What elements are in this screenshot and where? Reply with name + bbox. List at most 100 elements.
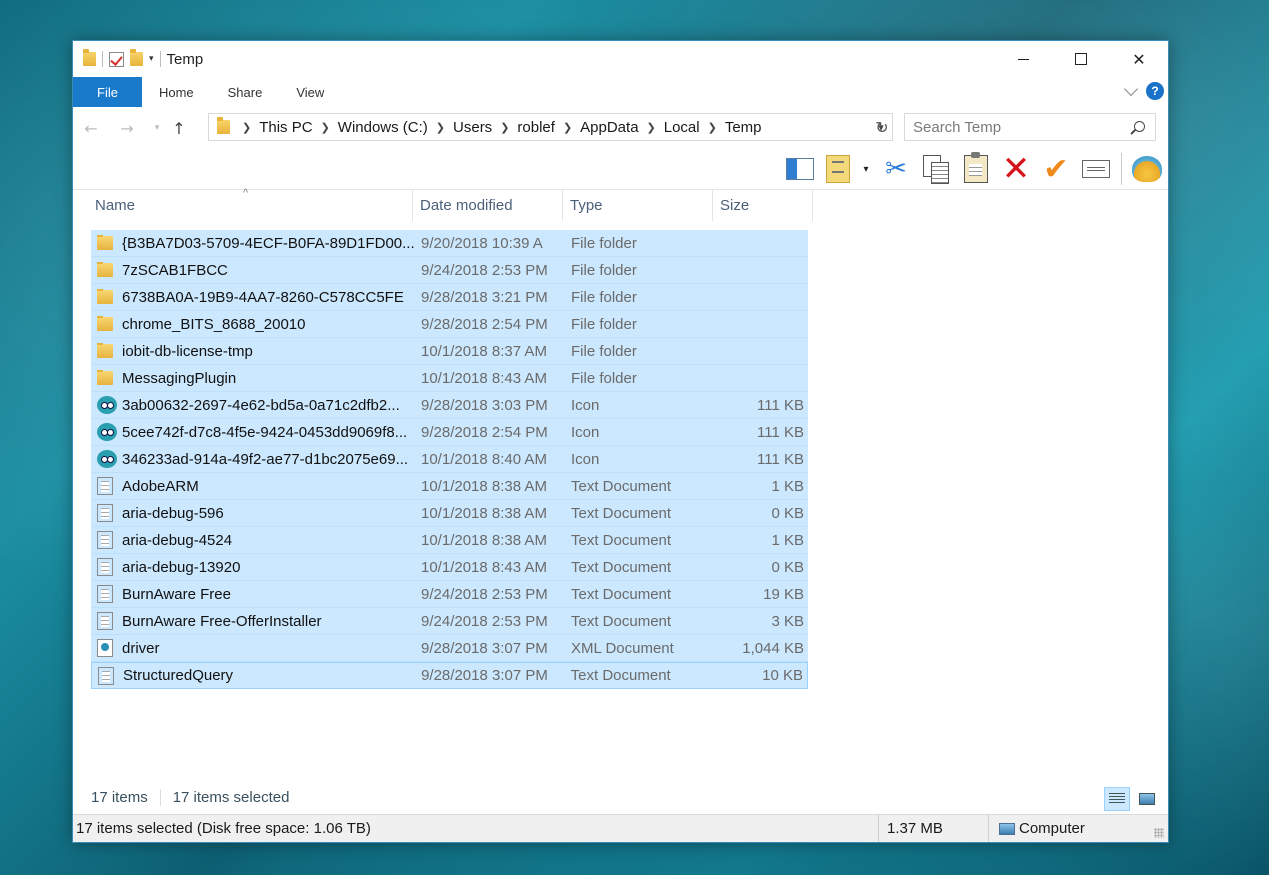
breadcrumb-this-pc[interactable]: This PC xyxy=(259,119,312,136)
file-row[interactable]: {B3BA7D03-5709-4ECF-B0FA-89D1FD00... 9/20… xyxy=(91,230,808,257)
divider xyxy=(159,51,161,67)
select-all-button[interactable]: ✔ xyxy=(1041,152,1071,187)
ribbon-tabs: File Home Share View ? xyxy=(73,77,1168,107)
cut-button[interactable]: ✂ xyxy=(881,154,911,184)
file-type: Text Document xyxy=(571,558,672,576)
column-header-name[interactable]: ^ Name xyxy=(91,187,413,221)
breadcrumb-separator[interactable]: ❯ xyxy=(708,121,717,134)
help-button[interactable]: ? xyxy=(1146,82,1164,100)
quick-access-toolbar: ▾ xyxy=(83,49,161,67)
status-selection: 17 items selected (Disk free space: 1.06… xyxy=(73,815,879,842)
new-folder-icon[interactable] xyxy=(130,49,143,66)
column-label-type: Type xyxy=(570,196,603,214)
file-row[interactable]: 346233ad-914a-49f2-ae77-d1bc2075e69... 10… xyxy=(91,446,808,473)
maximize-button[interactable] xyxy=(1052,41,1110,77)
close-button[interactable]: ✕ xyxy=(1110,41,1168,77)
file-name-cell: 7zSCAB1FBCC xyxy=(91,261,421,279)
refresh-button[interactable]: ↻ xyxy=(871,113,893,141)
breadcrumb-separator[interactable]: ❯ xyxy=(242,121,251,134)
refresh-icon: ↻ xyxy=(875,117,889,137)
breadcrumb-separator[interactable]: ❯ xyxy=(647,121,656,134)
column-header-type[interactable]: Type xyxy=(563,189,713,221)
properties-dropdown[interactable]: ▾ xyxy=(861,154,871,184)
file-row[interactable]: 3ab00632-2697-4e62-bd5a-0a71c2dfb2... 9/2… xyxy=(91,392,808,419)
expand-ribbon-chevron-icon[interactable] xyxy=(1123,81,1139,96)
properties-icon[interactable] xyxy=(109,51,124,67)
address-bar[interactable]: ❯ This PC ❯ Windows (C:) ❯ Users ❯ roble… xyxy=(208,113,893,141)
file-name-cell: 5cee742f-d7c8-4f5e-9424-0453dd9069f8... xyxy=(91,423,421,441)
delete-button[interactable]: ✕ xyxy=(1001,149,1031,189)
file-name: 7zSCAB1FBCC xyxy=(122,261,228,279)
file-size: 1 KB xyxy=(771,477,804,495)
search-box[interactable] xyxy=(904,113,1156,141)
large-icons-view-icon xyxy=(1139,793,1155,805)
file-row[interactable]: aria-debug-4524 10/1/2018 8:38 AM Text Doc… xyxy=(91,527,808,554)
file-row[interactable]: iobit-db-license-tmp 10/1/2018 8:37 AM Fil… xyxy=(91,338,808,365)
file-row[interactable]: chrome_BITS_8688_20010 9/28/2018 2:54 PM F… xyxy=(91,311,808,338)
recent-locations-dropdown[interactable]: ▾ xyxy=(145,123,169,133)
tab-view[interactable]: View xyxy=(279,77,341,107)
file-row[interactable]: BurnAware Free 9/24/2018 2:53 PM Text Docu… xyxy=(91,581,808,608)
file-row[interactable]: driver 9/28/2018 3:07 PM XML Document 1,044… xyxy=(91,635,808,662)
file-row[interactable]: 7zSCAB1FBCC 9/24/2018 2:53 PM File folder xyxy=(91,257,808,284)
file-row[interactable]: BurnAware Free-OfferInstaller 9/24/2018 2… xyxy=(91,608,808,635)
file-date: 9/24/2018 2:53 PM xyxy=(421,261,548,279)
breadcrumb-roblef[interactable]: roblef xyxy=(517,119,555,136)
breadcrumb-temp[interactable]: Temp xyxy=(725,119,762,136)
file-row[interactable]: MessagingPlugin 10/1/2018 8:43 AM File fol… xyxy=(91,365,808,392)
shell-button[interactable] xyxy=(1132,154,1162,184)
search-icon[interactable] xyxy=(1134,121,1145,132)
title-bar[interactable]: ▾ Temp ✕ xyxy=(73,41,1168,77)
file-name: StructuredQuery xyxy=(123,667,234,684)
app-icon xyxy=(97,450,117,468)
divider xyxy=(102,51,103,67)
file-name: {B3BA7D03-5709-4ECF-B0FA-89D1FD00... xyxy=(122,234,415,252)
file-list: {B3BA7D03-5709-4ECF-B0FA-89D1FD00... 9/20… xyxy=(91,230,808,689)
copy-icon xyxy=(923,155,949,184)
file-row[interactable]: 5cee742f-d7c8-4f5e-9424-0453dd9069f8... 9… xyxy=(91,419,808,446)
properties-button[interactable] xyxy=(825,154,851,184)
folder-icon xyxy=(97,315,113,331)
file-size: 111 KB xyxy=(757,450,804,468)
file-type: Text Document xyxy=(571,585,672,603)
file-size: 111 KB xyxy=(757,396,804,414)
file-date: 9/28/2018 3:07 PM xyxy=(421,639,548,657)
file-size: 1 KB xyxy=(771,531,804,549)
search-input[interactable] xyxy=(913,118,1123,136)
minimize-button[interactable] xyxy=(994,41,1052,77)
file-row[interactable]: 6738BA0A-19B9-4AA7-8260-C578CC5FE 9/28/20… xyxy=(91,284,808,311)
breadcrumb-separator[interactable]: ❯ xyxy=(563,121,572,134)
up-button[interactable]: ↑ xyxy=(169,119,189,138)
breadcrumb-separator[interactable]: ❯ xyxy=(436,121,445,134)
rename-button[interactable] xyxy=(1081,154,1111,184)
details-view-button[interactable] xyxy=(1104,787,1130,811)
paste-button[interactable] xyxy=(961,152,991,184)
copy-button[interactable] xyxy=(921,154,951,184)
file-row[interactable]: aria-debug-596 10/1/2018 8:38 AM Text Docu… xyxy=(91,500,808,527)
breadcrumb-local[interactable]: Local xyxy=(664,119,700,136)
file-row[interactable]: StructuredQuery 9/28/2018 3:07 PM Text Doc… xyxy=(91,662,808,689)
breadcrumb-separator[interactable]: ❯ xyxy=(500,121,509,134)
breadcrumb-appdata[interactable]: AppData xyxy=(580,119,638,136)
tab-share[interactable]: Share xyxy=(211,77,280,107)
forward-button[interactable]: → xyxy=(109,119,145,138)
file-name: aria-debug-13920 xyxy=(122,558,241,576)
file-row[interactable]: aria-debug-13920 10/1/2018 8:43 AM Text Do… xyxy=(91,554,808,581)
tab-home[interactable]: Home xyxy=(142,77,211,107)
file-name-cell: {B3BA7D03-5709-4ECF-B0FA-89D1FD00... xyxy=(91,234,421,252)
view-switcher xyxy=(1104,787,1160,811)
column-header-size[interactable]: Size xyxy=(713,189,813,221)
back-button[interactable]: ← xyxy=(73,119,109,138)
preview-pane-button[interactable] xyxy=(785,154,815,184)
breadcrumb-windows-c[interactable]: Windows (C:) xyxy=(338,119,428,136)
breadcrumb-users[interactable]: Users xyxy=(453,119,492,136)
file-row[interactable]: AdobeARM 10/1/2018 8:38 AM Text Document 1 … xyxy=(91,473,808,500)
column-header-date[interactable]: Date modified xyxy=(413,189,563,221)
window-title: Temp xyxy=(166,50,204,68)
tab-file[interactable]: File xyxy=(73,77,142,107)
breadcrumb-separator[interactable]: ❯ xyxy=(321,121,330,134)
file-type: Text Document xyxy=(570,667,671,684)
large-icons-view-button[interactable] xyxy=(1134,787,1160,811)
customize-qat-dropdown[interactable]: ▾ xyxy=(149,54,154,64)
resize-grip-icon[interactable] xyxy=(1154,828,1164,838)
